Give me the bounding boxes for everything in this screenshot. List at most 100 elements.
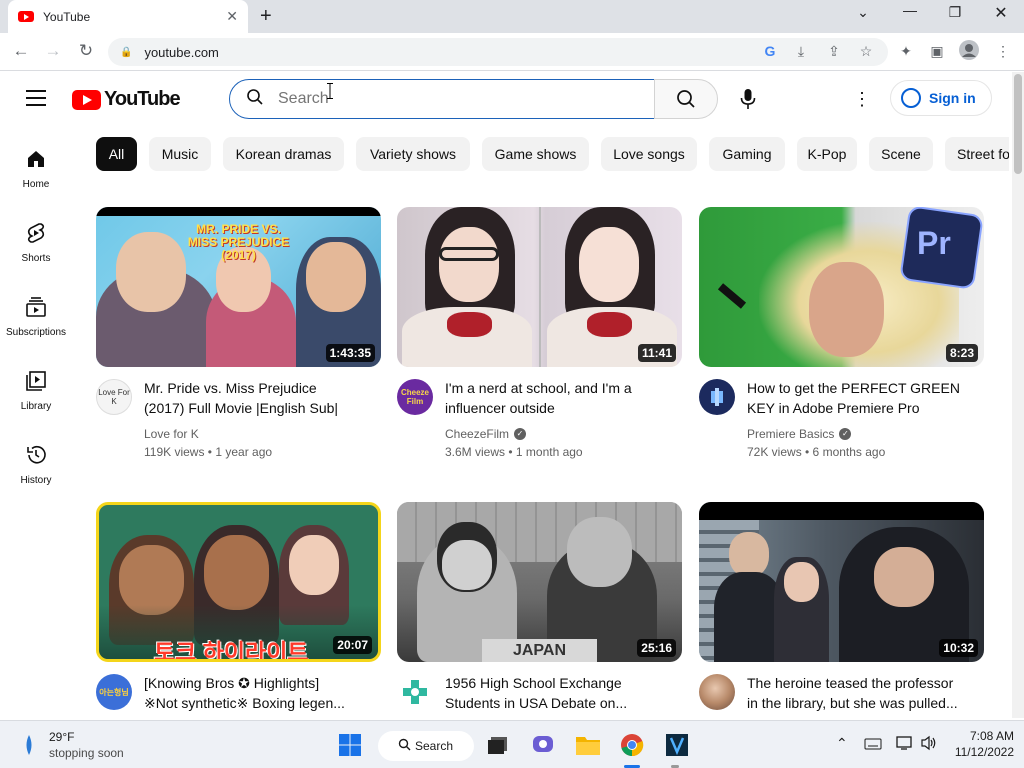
video-meta: 119K views • 1 year ago	[144, 445, 273, 459]
search-button-icon	[677, 90, 695, 108]
video-thumbnail[interactable]: MR. PRIDE VS. MISS PREJUDICE (2017) 1:43…	[96, 207, 381, 367]
chrome-icon[interactable]	[618, 731, 646, 759]
start-button[interactable]	[336, 731, 364, 759]
show-hidden-icons-chevron-icon[interactable]: ⌃	[836, 735, 848, 752]
video-title-line2: in the library, but she was pulled...	[747, 695, 958, 711]
chip-love-songs[interactable]: Love songs	[601, 137, 697, 171]
restore-button[interactable]: ❐	[940, 4, 970, 21]
sidebar-item-library[interactable]: Library	[0, 369, 72, 412]
sign-in-button[interactable]: Sign in	[890, 80, 992, 116]
file-explorer-icon[interactable]	[574, 731, 602, 759]
chip-game-shows[interactable]: Game shows	[482, 137, 589, 171]
voice-search-button[interactable]	[728, 79, 768, 119]
search-box[interactable]	[229, 79, 655, 119]
video-title-line2: Students in USA Debate on...	[445, 695, 628, 711]
youtube-logo[interactable]: YouTube	[72, 88, 181, 111]
video-thumbnail[interactable]: 11:41	[397, 207, 682, 367]
video-title[interactable]: The heroine teased the professor in the …	[747, 673, 992, 713]
video-title-line1: [Knowing Bros ✪ Highlights]	[144, 675, 320, 691]
video-title[interactable]: Mr. Pride vs. Miss Prejudice (2017) Full…	[144, 378, 389, 418]
video-title[interactable]: 1956 High School Exchange Students in US…	[445, 673, 690, 713]
youtube-favicon-icon	[18, 11, 34, 22]
google-lens-icon[interactable]: G	[760, 43, 780, 59]
url-text: youtube.com	[144, 44, 219, 60]
volume-icon[interactable]	[920, 735, 938, 756]
side-panel-icon[interactable]: ▣	[927, 43, 947, 60]
video-title-line1: Mr. Pride vs. Miss Prejudice	[144, 380, 317, 396]
back-button[interactable]: ←	[10, 41, 32, 61]
profile-icon[interactable]	[959, 40, 979, 63]
sidebar-item-history[interactable]: History	[0, 443, 72, 486]
chip-music[interactable]: Music	[149, 137, 211, 171]
bookmark-star-icon[interactable]: ☆	[856, 43, 876, 60]
extensions-icon[interactable]: ✦	[896, 43, 916, 60]
browser-menu-icon[interactable]: ⋮	[993, 43, 1013, 60]
thumbnail-caption-text: 토크 하이라이트	[154, 639, 309, 662]
channel-name[interactable]: Premiere Basics ✓	[747, 427, 852, 441]
weather-desc[interactable]: stopping soon	[49, 746, 124, 760]
channel-logo-icon	[403, 680, 427, 704]
verified-check-icon: ✓	[514, 428, 527, 440]
minimize-button[interactable]: —	[895, 2, 925, 18]
chip-korean-dramas[interactable]: Korean dramas	[223, 137, 344, 171]
channel-name[interactable]: CheezeFilm ✓	[445, 427, 527, 441]
premiere-basics-logo-icon	[711, 388, 723, 406]
channel-avatar[interactable]	[699, 674, 735, 710]
search-button[interactable]	[654, 79, 718, 119]
network-icon[interactable]	[896, 735, 914, 756]
sidebar-item-home[interactable]: Home	[0, 147, 72, 190]
forward-button[interactable]: →	[42, 41, 64, 61]
sidebar-item-subscriptions[interactable]: Subscriptions	[0, 295, 72, 338]
video-duration: 8:23	[945, 344, 978, 362]
chat-icon[interactable]	[529, 731, 557, 759]
home-icon	[0, 147, 72, 171]
sidebar-item-shorts[interactable]: Shorts	[0, 221, 72, 264]
page-scrollbar[interactable]	[1012, 72, 1024, 718]
video-duration: 10:32	[939, 639, 978, 657]
keyboard-icon[interactable]	[864, 737, 882, 755]
video-title[interactable]: I'm a nerd at school, and I'm a influenc…	[445, 378, 690, 418]
video-thumbnail[interactable]: 토크 하이라이트 20:07	[96, 502, 381, 662]
weather-temp[interactable]: 29°F	[49, 730, 74, 744]
tab-search-chevron-icon[interactable]: ⌄	[848, 4, 878, 21]
app-v-icon[interactable]	[663, 731, 691, 759]
clock-time[interactable]: 7:08 AM	[950, 729, 1014, 743]
channel-name[interactable]: Love for K	[144, 427, 199, 441]
taskbar-search-icon	[398, 738, 411, 754]
channel-avatar[interactable]: Love For K	[96, 379, 132, 415]
chip-street-food[interactable]: Street fo	[945, 137, 1009, 171]
new-tab-button[interactable]: +	[260, 6, 272, 26]
channel-avatar[interactable]: Cheeze Film	[397, 379, 433, 415]
clock-date[interactable]: 11/12/2022	[950, 745, 1014, 759]
install-app-icon[interactable]: ⤓	[791, 43, 811, 60]
scrollbar-thumb[interactable]	[1014, 74, 1022, 174]
video-thumbnail[interactable]: 10:32	[699, 502, 984, 662]
close-window-button[interactable]: ✕	[986, 3, 1016, 23]
channel-name-text: CheezeFilm	[445, 427, 510, 441]
settings-more-icon[interactable]: ⋮	[852, 88, 872, 110]
chip-variety-shows[interactable]: Variety shows	[356, 137, 470, 171]
video-title[interactable]: How to get the PERFECT GREEN KEY in Adob…	[747, 378, 992, 418]
video-title-line1: I'm a nerd at school, and I'm a	[445, 380, 632, 396]
reload-button[interactable]: ↻	[75, 41, 97, 61]
share-icon[interactable]: ⇪	[824, 43, 844, 60]
taskbar-search[interactable]: Search	[378, 731, 474, 761]
video-thumbnail[interactable]: Pr 8:23	[699, 207, 984, 367]
tab-title: YouTube	[43, 9, 91, 24]
video-thumbnail[interactable]: JAPAN 25:16	[397, 502, 682, 662]
chip-all[interactable]: All	[96, 137, 137, 171]
logo-text: YouTube	[104, 88, 181, 110]
tab-close-icon[interactable]: ✕	[226, 8, 238, 25]
channel-avatar[interactable]	[397, 674, 433, 710]
video-title-line1: The heroine teased the professor	[747, 675, 954, 691]
task-view-icon[interactable]	[484, 731, 512, 759]
channel-avatar[interactable]: 아는형님	[96, 674, 132, 710]
chip-kpop[interactable]: K-Pop	[797, 137, 857, 171]
browser-tab[interactable]: YouTube ✕	[8, 0, 248, 33]
video-title[interactable]: [Knowing Bros ✪ Highlights] ※Not synthet…	[144, 673, 389, 713]
chip-gaming[interactable]: Gaming	[709, 137, 785, 171]
chip-scene[interactable]: Scene	[869, 137, 933, 171]
guide-menu-icon[interactable]	[26, 90, 46, 106]
windows-taskbar: 29°F stopping soon Search ⌃ 7:08 AM 11/1…	[0, 720, 1024, 768]
channel-avatar[interactable]	[699, 379, 735, 415]
